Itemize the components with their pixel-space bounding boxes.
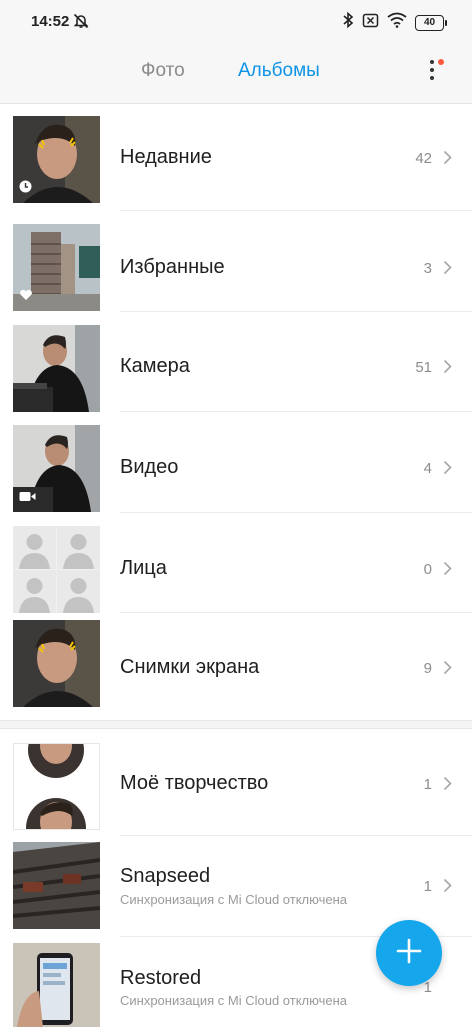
tab-albums[interactable]: Альбомы: [238, 60, 320, 82]
album-row-recent[interactable]: Недавние 42: [0, 104, 472, 211]
album-sync-status: Синхронизация с Mi Cloud отключена: [120, 993, 347, 1008]
album-thumbnail: [13, 224, 100, 311]
chevron-right-icon: [443, 660, 452, 680]
chevron-right-icon: [443, 878, 452, 898]
album-count: 1: [423, 878, 432, 895]
muted-bell-icon: [72, 12, 90, 35]
album-row-screenshots[interactable]: Снимки экрана 9: [0, 613, 472, 720]
more-dot-icon: [430, 60, 434, 64]
album-count: 51: [415, 359, 432, 376]
album-row-my-creations[interactable]: Моё творчество 1: [0, 729, 472, 836]
more-menu-button[interactable]: [424, 58, 444, 84]
album-row-faces[interactable]: Лица 0: [0, 513, 472, 613]
person-placeholder-icon: [13, 526, 56, 569]
chevron-right-icon: [443, 260, 452, 280]
section-divider: [0, 720, 472, 729]
person-placeholder-icon: [57, 526, 100, 569]
album-thumbnail: [13, 842, 100, 929]
album-thumbnail: [13, 116, 100, 203]
album-thumbnail: [13, 620, 100, 707]
album-count: 0: [423, 561, 432, 578]
bluetooth-icon: [342, 11, 354, 34]
album-title: Лица: [120, 557, 167, 579]
album-title: Избранные: [120, 256, 225, 278]
person-placeholder-icon: [57, 570, 100, 613]
chevron-right-icon: [443, 150, 452, 170]
more-dot-icon: [430, 68, 434, 72]
video-camera-icon: [19, 489, 36, 507]
album-thumbnail: [13, 943, 100, 1027]
wifi-icon: [387, 12, 407, 33]
album-count: 42: [415, 150, 432, 167]
album-title: Restored: [120, 967, 202, 989]
chevron-right-icon: [443, 460, 452, 480]
album-title: Снимки экрана: [120, 656, 260, 678]
clock-icon: [19, 180, 32, 198]
album-count: 3: [423, 260, 432, 277]
album-thumbnail: [13, 425, 100, 512]
person-placeholder-icon: [13, 570, 56, 613]
top-tab-bar: Фото Альбомы: [0, 44, 472, 104]
album-sync-status: Синхронизация с Mi Cloud отключена: [120, 892, 347, 907]
album-count: 9: [423, 660, 432, 677]
album-title: Snapseed: [120, 865, 211, 887]
album-row-favorites[interactable]: Избранные 3: [0, 211, 472, 312]
album-list: Недавние 42 Избранные 3 Камера 51 Видео …: [0, 104, 472, 1027]
album-title: Моё творчество: [120, 772, 269, 794]
status-bar: 14:52 40: [0, 0, 472, 44]
album-thumbnail: [13, 526, 100, 613]
album-count: 4: [423, 460, 432, 477]
heart-icon: [19, 288, 33, 306]
chevron-right-icon: [443, 776, 452, 796]
chevron-right-icon: [443, 359, 452, 379]
no-sim-icon: [362, 12, 379, 34]
album-title: Видео: [120, 456, 179, 478]
album-count: 1: [423, 776, 432, 793]
album-thumbnail: [13, 325, 100, 412]
album-thumbnail: [13, 743, 100, 830]
more-dot-icon: [430, 76, 434, 80]
notification-dot: [438, 59, 444, 65]
album-title: Камера: [120, 355, 190, 377]
chevron-right-icon: [443, 561, 452, 581]
album-title: Недавние: [120, 146, 212, 168]
plus-icon: [396, 938, 422, 969]
battery-indicator: 40: [415, 14, 447, 31]
clock: 14:52: [31, 13, 70, 30]
tab-photos[interactable]: Фото: [141, 60, 185, 82]
album-row-camera[interactable]: Камера 51: [0, 312, 472, 412]
add-album-button[interactable]: [376, 920, 442, 986]
album-row-video[interactable]: Видео 4: [0, 412, 472, 513]
